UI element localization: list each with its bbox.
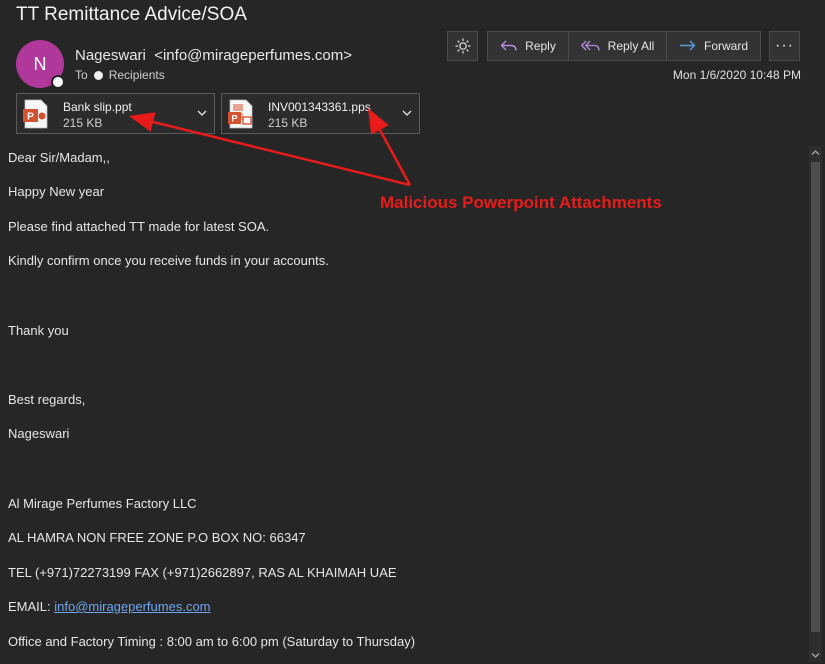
scroll-up-icon[interactable] [811,148,820,157]
scrollbar[interactable] [809,146,822,662]
scroll-down-icon[interactable] [811,651,820,660]
annotation-arrows [128,108,412,187]
arrow-to-ppt [128,112,411,187]
arrow-to-pps [368,108,412,186]
annotation-label: Malicious Powerpoint Attachments [380,193,662,212]
scroll-thumb[interactable] [811,162,820,632]
